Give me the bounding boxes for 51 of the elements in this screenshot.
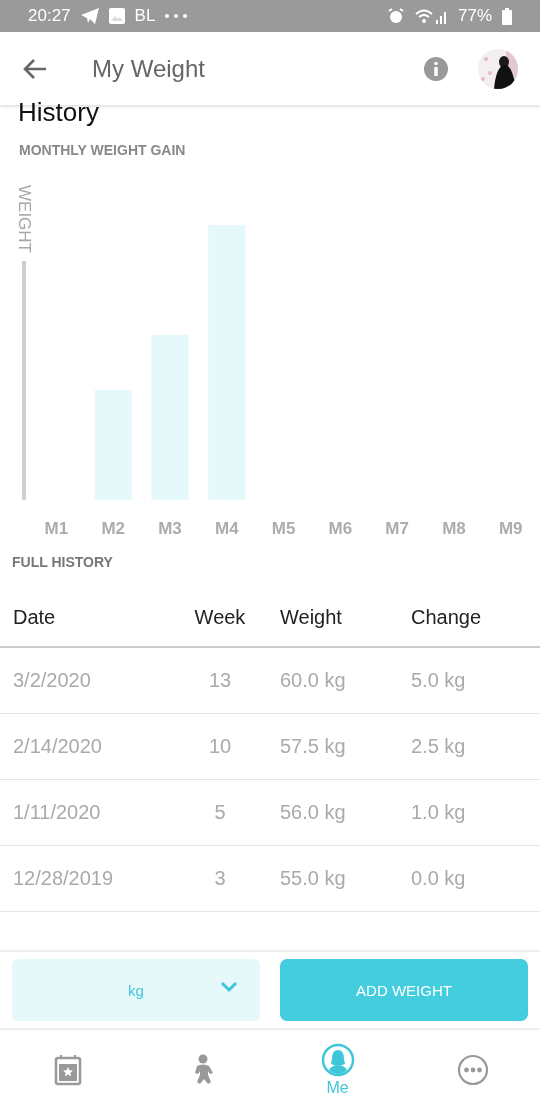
chevron-down-icon: [220, 981, 238, 993]
table-cell-text: 56.0 kg: [279, 801, 347, 824]
month-label: M6: [327, 519, 354, 539]
table-cell-text: 2/14/2020: [13, 735, 103, 758]
table-cell-text: 12/28/2019: [13, 867, 115, 890]
table-cell-text: 1.0 kg: [410, 801, 467, 824]
column-header: Date: [13, 605, 57, 629]
signal-icon: [413, 8, 448, 24]
month-label: M7: [384, 519, 410, 539]
battery-level: 77%: [457, 6, 492, 26]
image-icon: [108, 8, 125, 24]
column-header: Week: [193, 605, 247, 629]
month-label: M1: [43, 519, 70, 539]
more-dots-icon: [165, 14, 188, 18]
month-label: M2: [100, 519, 126, 539]
more-icon: [456, 1054, 489, 1086]
table-cell-text: 55.0 kg: [279, 867, 347, 890]
table-cell-text: 2.5 kg: [410, 735, 467, 758]
axis-label: WEIGHT: [14, 184, 34, 255]
month-label: M8: [441, 519, 467, 539]
table-cell-text: 3: [213, 867, 227, 890]
month-label: M9: [497, 519, 524, 539]
status-time: 20:27: [28, 6, 71, 26]
nav-tab[interactable]: Me: [270, 1030, 405, 1110]
table-cell-text: 10: [207, 735, 233, 758]
send-icon: [80, 8, 99, 24]
section-title: History: [17, 97, 100, 128]
column-header: Weight: [279, 605, 343, 629]
profile-icon: [320, 1043, 355, 1077]
month-label: M4: [213, 519, 240, 539]
table-cell-text: 1/11/2020: [13, 801, 102, 824]
status-carrier: BL: [134, 6, 156, 26]
alarm-icon: [387, 8, 404, 24]
table-cell-text: 57.5 kg: [279, 735, 347, 758]
battery-icon: [502, 7, 512, 25]
page-title: My Weight: [92, 54, 206, 83]
info-icon[interactable]: [424, 56, 448, 81]
month-label: M5: [270, 519, 297, 539]
column-header: Change: [410, 605, 483, 629]
add-weight-button[interactable]: ADD WEIGHT: [280, 959, 528, 1021]
table-cell-text: 3/2/2020: [13, 669, 92, 692]
table-cell-text: 13: [207, 669, 233, 692]
back-icon[interactable]: [22, 57, 48, 80]
month-label: M3: [157, 519, 183, 539]
table-cell-text: 60.0 kg: [279, 669, 347, 692]
table-title: FULL HISTORY: [11, 554, 114, 570]
table-cell-text: 5.0 kg: [410, 669, 467, 692]
table-cell-text: 0.0 kg: [410, 867, 467, 890]
unit-dropdown[interactable]: kg: [12, 959, 260, 1021]
chart-title: MONTHLY WEIGHT GAIN: [18, 142, 187, 158]
table-cell-text: 5: [213, 801, 227, 824]
